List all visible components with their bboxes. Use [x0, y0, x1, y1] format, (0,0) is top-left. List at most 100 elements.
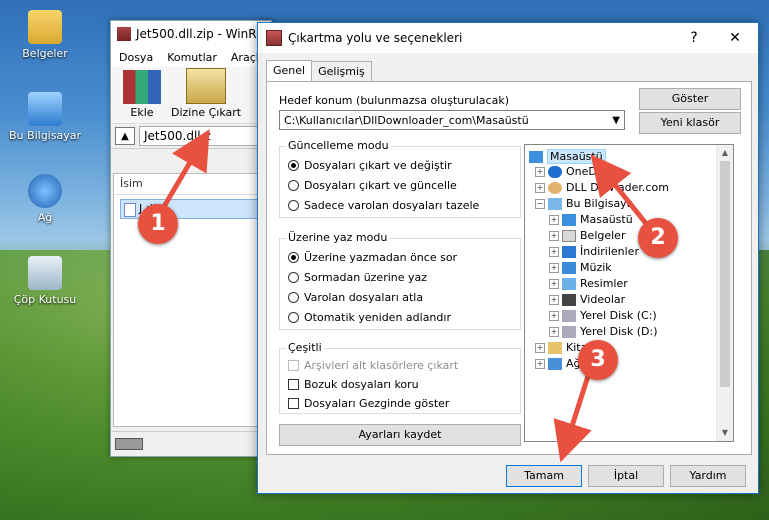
radio-button[interactable]	[288, 252, 299, 263]
music-note-icon	[562, 261, 576, 274]
desktop-icon-this-pc[interactable]: Bu Bilgisayar	[5, 92, 85, 142]
step-badge-3: 3	[578, 340, 618, 380]
tree-item-documents[interactable]: + Belgeler	[549, 229, 625, 242]
winrar-file-list[interactable]: İsim J dll	[113, 173, 271, 427]
tree-item-pictures[interactable]: + Resimler	[549, 277, 628, 290]
radio-button[interactable]	[288, 272, 299, 283]
tree-item-disk-d[interactable]: + Yerel Disk (D:)	[549, 325, 658, 338]
save-settings-button[interactable]: Ayarları kaydet	[279, 424, 521, 446]
overwrite-option-skip[interactable]: Varolan dosyaları atla	[288, 291, 423, 304]
computer-icon	[28, 92, 62, 126]
expand-icon[interactable]: +	[549, 294, 559, 305]
tree-item-music[interactable]: + Müzik	[549, 261, 612, 274]
expand-icon[interactable]: +	[549, 262, 559, 273]
expand-icon[interactable]: +	[535, 358, 545, 369]
expand-icon[interactable]: +	[549, 230, 559, 241]
scrollbar-thumb[interactable]	[720, 161, 730, 387]
folder-tree[interactable]: Masaüstü + OneDr + DLL Dow ader.com − Bu…	[524, 144, 734, 442]
overwrite-option-ask[interactable]: Üzerine yazmadan önce sor	[288, 251, 457, 264]
column-header-name[interactable]: İsim	[114, 174, 270, 195]
add-button[interactable]: Ekle	[123, 70, 161, 123]
misc-option-show-in-explorer[interactable]: Dosyaları Gezginde göster	[288, 397, 449, 410]
expand-icon[interactable]: +	[549, 310, 559, 321]
tree-item-dlldownloader[interactable]: + DLL Dow ader.com	[535, 181, 669, 194]
help-button[interactable]: Yardım	[670, 465, 746, 487]
winrar-window: Jet500.dll.zip - WinR Dosya Komutlar Ara…	[110, 20, 272, 457]
expand-icon[interactable]: +	[549, 326, 559, 337]
network-icon	[28, 174, 62, 208]
update-option-extract-replace[interactable]: Dosyaları çıkart ve değiştir	[288, 159, 452, 172]
menu-file[interactable]: Dosya	[119, 51, 153, 64]
up-folder-button[interactable]: ▲	[115, 127, 135, 145]
misc-group: Çeşitli Arşivleri alt klasörlere çıkart …	[279, 341, 521, 414]
update-option-refresh-existing[interactable]: Sadece varolan dosyaları tazele	[288, 199, 479, 212]
radio-button[interactable]	[288, 180, 299, 191]
tab-general[interactable]: Genel	[266, 60, 313, 81]
ok-button[interactable]: Tamam	[506, 465, 582, 487]
tab-advanced[interactable]: Gelişmiş	[311, 61, 372, 82]
tree-item-desktop[interactable]: + Masaüstü	[549, 213, 633, 226]
step-badge-1: 1	[138, 204, 178, 244]
update-option-extract-update[interactable]: Dosyaları çıkart ve güncelle	[288, 179, 457, 192]
tree-label: İndirilenler	[580, 245, 639, 258]
winrar-title: Jet500.dll.zip - WinR	[136, 27, 257, 41]
show-button[interactable]: Göster	[639, 88, 741, 110]
option-label: Üzerine yazmadan önce sor	[304, 251, 458, 264]
option-label: Sormadan üzerine yaz	[304, 271, 428, 284]
tree-item-downloads[interactable]: + İndirilenler	[549, 245, 639, 258]
hard-drive-icon	[562, 325, 576, 338]
expand-icon[interactable]: +	[535, 342, 545, 353]
scroll-up-icon[interactable]: ▲	[717, 145, 733, 161]
help-titlebar-button[interactable]: ?	[676, 23, 712, 53]
tree-item-disk-c[interactable]: + Yerel Disk (C:)	[549, 309, 657, 322]
checkbox[interactable]	[288, 398, 299, 409]
misc-option-subfolders: Arşivleri alt klasörlere çıkart	[288, 359, 458, 372]
overwrite-mode-title: Üzerine yaz modu	[286, 231, 390, 244]
cancel-button[interactable]: İptal	[588, 465, 664, 487]
radio-button[interactable]	[288, 160, 299, 171]
desktop-icon	[562, 213, 576, 226]
option-label: Varolan dosyaları atla	[304, 291, 424, 304]
close-button[interactable]: ✕	[712, 23, 758, 53]
radio-button[interactable]	[288, 200, 299, 211]
expand-icon[interactable]: +	[549, 246, 559, 257]
expand-icon[interactable]: +	[535, 166, 545, 177]
expand-icon[interactable]: +	[549, 278, 559, 289]
tree-item-this-pc[interactable]: − Bu Bilgisaya	[535, 197, 633, 210]
dialog-title: Çıkartma yolu ve seçenekleri	[288, 31, 463, 45]
tree-item-videos[interactable]: + Videolar	[549, 293, 625, 306]
tree-label: Videolar	[580, 293, 626, 306]
general-tab-panel: Hedef konum (bulunmazsa oluşturulacak) C…	[266, 81, 752, 455]
desktop-icon-network[interactable]: Ağ	[5, 174, 85, 224]
tree-item-desktop-root[interactable]: Masaüstü	[529, 149, 606, 164]
download-arrow-icon	[562, 245, 576, 258]
new-folder-button[interactable]: Yeni klasör	[639, 112, 741, 134]
scroll-down-icon[interactable]: ▼	[717, 425, 733, 441]
destination-path-combobox[interactable]: C:\Kullanıcılar\DllDownloader_com\Masaüs…	[279, 110, 625, 130]
checkbox[interactable]	[288, 379, 299, 390]
menu-commands[interactable]: Komutlar	[167, 51, 217, 64]
chevron-down-icon[interactable]: ▼	[612, 111, 620, 131]
overwrite-option-no-prompt[interactable]: Sormadan üzerine yaz	[288, 271, 427, 284]
overwrite-option-rename[interactable]: Otomatik yeniden adlandır	[288, 311, 451, 324]
tree-label: Yerel Disk (C:)	[580, 309, 657, 322]
desktop-icon-documents[interactable]: Belgeler	[5, 10, 85, 60]
cloud-icon	[548, 165, 562, 178]
archive-path-field[interactable]: Jet500.dll.z	[139, 126, 271, 146]
extract-to-button[interactable]: Dizine Çıkart	[171, 68, 241, 123]
pictures-icon	[562, 277, 576, 290]
winrar-titlebar[interactable]: Jet500.dll.zip - WinR	[111, 21, 271, 47]
tree-scrollbar[interactable]: ▲ ▼	[716, 145, 733, 441]
radio-button[interactable]	[288, 292, 299, 303]
tree-item-onedrive[interactable]: + OneDr	[535, 165, 601, 178]
option-label: Otomatik yeniden adlandır	[304, 311, 451, 324]
radio-button[interactable]	[288, 312, 299, 323]
desktop-icon-recycle-bin[interactable]: Çöp Kutusu	[5, 256, 85, 306]
tree-item-network[interactable]: + Ağ	[535, 357, 581, 370]
expand-icon[interactable]: +	[535, 182, 545, 193]
winrar-path-bar: ▲ Jet500.dll.z	[111, 124, 271, 149]
expand-icon[interactable]: +	[549, 214, 559, 225]
dialog-titlebar[interactable]: Çıkartma yolu ve seçenekleri ? ✕	[258, 23, 758, 53]
collapse-icon[interactable]: −	[535, 198, 545, 209]
misc-option-keep-broken[interactable]: Bozuk dosyaları koru	[288, 378, 419, 391]
